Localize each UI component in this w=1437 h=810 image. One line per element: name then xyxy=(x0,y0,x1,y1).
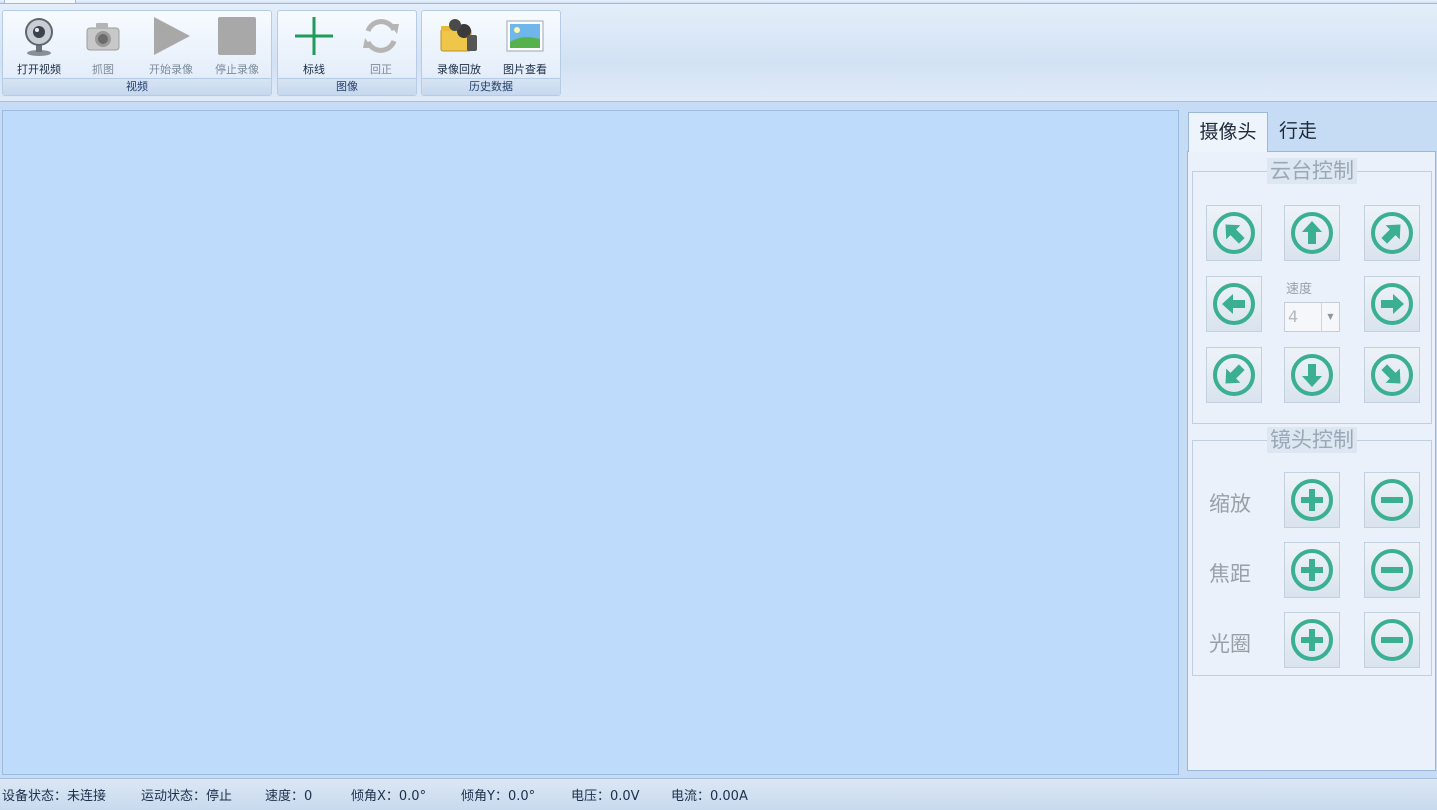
focus-out-button[interactable] xyxy=(1364,542,1420,598)
ribbon-group-image: 标线 回正 图像 xyxy=(277,10,417,96)
arrow-up-left-icon xyxy=(1213,212,1255,254)
playback-button[interactable]: 录像回放 xyxy=(424,11,494,79)
zoom-label: 缩放 xyxy=(1209,492,1251,516)
arrow-right-icon xyxy=(1371,283,1413,325)
ribbon-group-history: 录像回放 图片查看 历史数据 xyxy=(421,10,561,96)
video-folder-icon xyxy=(440,19,477,52)
arrow-down-right-icon xyxy=(1371,354,1413,396)
speed-label: 速度 xyxy=(1286,282,1313,297)
focus-in-button[interactable] xyxy=(1284,542,1340,598)
iris-open-button[interactable] xyxy=(1284,612,1340,668)
stop-icon xyxy=(218,17,256,55)
camera-icon xyxy=(86,23,120,51)
chevron-down-icon[interactable]: ▼ xyxy=(1321,303,1339,331)
arrow-up-right-icon xyxy=(1371,212,1413,254)
picture-icon xyxy=(506,20,544,52)
ptz-control-group: 云台控制 速度 4 ▼ xyxy=(1192,158,1432,424)
open-video-button[interactable]: 打开视频 xyxy=(5,11,73,79)
tilt-y-status: 倾角Y：0.0° xyxy=(461,789,536,804)
guideline-button[interactable]: 标线 xyxy=(280,11,348,79)
tab-walking[interactable]: 行走 xyxy=(1269,112,1327,152)
camera-panel: 云台控制 速度 4 ▼ 镜头控制 缩放 焦距 光圈 xyxy=(1187,151,1436,771)
arrow-up-icon xyxy=(1291,212,1333,254)
control-sidebar: 摄像头 行走 云台控制 速度 4 ▼ 镜头控制 缩放 焦距 光圈 xyxy=(1183,104,1437,776)
current-status: 电流：0.00A xyxy=(671,789,748,804)
start-record-label: 开始录像 xyxy=(149,63,193,76)
plus-icon xyxy=(1291,549,1333,591)
arrow-down-left-icon xyxy=(1213,354,1255,396)
tab-camera[interactable]: 摄像头 xyxy=(1188,112,1268,152)
capture-label: 抓图 xyxy=(92,63,114,76)
minus-icon xyxy=(1371,619,1413,661)
ptz-up-left-button[interactable] xyxy=(1206,205,1262,261)
crosshair-plus-icon xyxy=(295,17,333,55)
capture-button[interactable]: 抓图 xyxy=(71,11,135,79)
group-label-video: 视频 xyxy=(3,78,271,95)
lens-control-group: 镜头控制 缩放 焦距 光圈 xyxy=(1192,427,1432,676)
image-view-button[interactable]: 图片查看 xyxy=(492,11,558,79)
ptz-down-button[interactable] xyxy=(1284,347,1340,403)
focus-label: 焦距 xyxy=(1209,562,1251,586)
ptz-down-left-button[interactable] xyxy=(1206,347,1262,403)
play-icon xyxy=(154,17,190,55)
device-status: 设备状态：未连接 xyxy=(2,789,107,804)
stop-record-button[interactable]: 停止录像 xyxy=(203,11,271,79)
minus-icon xyxy=(1371,479,1413,521)
ribbon-toolbar: 打开视频 抓图 开始录像 停止录像 视频 标线 回正 图像 录像回放 图片查看 … xyxy=(0,4,1437,102)
group-label-image: 图像 xyxy=(278,78,416,95)
tilt-x-status: 倾角X：0.0° xyxy=(351,789,427,804)
iris-close-button[interactable] xyxy=(1364,612,1420,668)
reset-button[interactable]: 回正 xyxy=(348,11,414,79)
start-record-button[interactable]: 开始录像 xyxy=(137,11,205,79)
plus-icon xyxy=(1291,479,1333,521)
reset-label: 回正 xyxy=(370,63,392,76)
zoom-out-button[interactable] xyxy=(1364,472,1420,528)
status-bar: 设备状态：未连接 运动状态：停止 速度：0 倾角X：0.0° 倾角Y：0.0° … xyxy=(0,778,1437,810)
image-view-label: 图片查看 xyxy=(503,63,547,76)
stop-record-label: 停止录像 xyxy=(215,63,259,76)
playback-label: 录像回放 xyxy=(437,63,481,76)
video-display-area[interactable] xyxy=(2,110,1179,775)
ptz-control-title: 云台控制 xyxy=(1267,158,1357,184)
speed-status: 速度：0 xyxy=(265,789,313,804)
arrow-left-icon xyxy=(1213,283,1255,325)
ptz-up-right-button[interactable] xyxy=(1364,205,1420,261)
speed-select[interactable]: 4 ▼ xyxy=(1284,302,1340,332)
ptz-right-button[interactable] xyxy=(1364,276,1420,332)
refresh-icon xyxy=(363,19,399,53)
minus-icon xyxy=(1371,549,1413,591)
ptz-up-button[interactable] xyxy=(1284,205,1340,261)
plus-icon xyxy=(1291,619,1333,661)
group-label-history: 历史数据 xyxy=(422,78,560,95)
speed-value: 4 xyxy=(1288,307,1299,326)
ptz-down-right-button[interactable] xyxy=(1364,347,1420,403)
zoom-in-button[interactable] xyxy=(1284,472,1340,528)
motion-status: 运动状态：停止 xyxy=(141,789,233,804)
lens-control-title: 镜头控制 xyxy=(1267,427,1357,453)
ribbon-group-video: 打开视频 抓图 开始录像 停止录像 视频 xyxy=(2,10,272,96)
arrow-down-icon xyxy=(1291,354,1333,396)
webcam-icon xyxy=(25,18,53,56)
guideline-label: 标线 xyxy=(303,63,325,76)
voltage-status: 电压：0.0V xyxy=(571,789,640,804)
open-video-label: 打开视频 xyxy=(17,63,61,76)
iris-label: 光圈 xyxy=(1209,632,1251,656)
ptz-left-button[interactable] xyxy=(1206,276,1262,332)
